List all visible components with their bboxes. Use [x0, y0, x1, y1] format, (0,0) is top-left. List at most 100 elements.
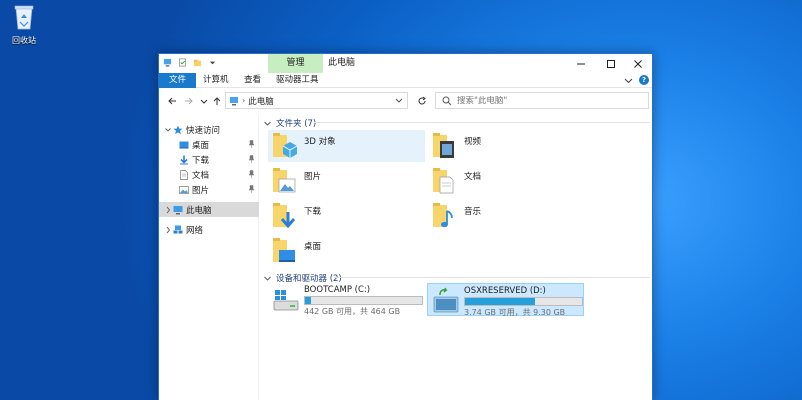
folder-label: 图片 — [304, 172, 322, 182]
minimize-icon — [577, 63, 585, 64]
refresh-button[interactable] — [414, 93, 430, 108]
chevron-down-icon[interactable] — [395, 95, 403, 105]
tab-file[interactable]: 文件 — [159, 73, 197, 88]
search-input[interactable] — [457, 95, 637, 106]
manage-context-tab[interactable]: 管理 — [268, 54, 323, 73]
sidebar-item-desktop[interactable]: 桌面 — [159, 137, 259, 152]
address-bar[interactable]: › 此电脑 — [225, 92, 408, 109]
folders-group-header[interactable]: 文件夹 (7) — [264, 117, 316, 129]
group-divider — [314, 122, 650, 123]
3d-objects-folder-icon — [273, 133, 298, 158]
tab-drive-tools[interactable]: 驱动器工具 — [269, 73, 326, 88]
sidebar-item-label: 下载 — [192, 155, 210, 166]
tab-view[interactable]: 查看 — [237, 73, 268, 88]
sidebar-item-documents[interactable]: 文档 — [159, 167, 259, 182]
downloads-folder-icon — [273, 203, 296, 229]
drive-usage-bar — [304, 296, 423, 305]
title-bar: 管理 此电脑 — [159, 54, 652, 73]
folder-documents[interactable]: 文档 — [428, 165, 585, 197]
folder-desktop[interactable]: 桌面 — [268, 235, 425, 267]
download-arrow-icon — [180, 155, 188, 164]
group-divider — [334, 277, 650, 278]
customize-toolbar-icon[interactable] — [208, 58, 217, 67]
ribbon-tabs: 文件 计算机 查看 驱动器工具 ? — [159, 73, 652, 88]
pin-icon[interactable] — [248, 185, 255, 193]
close-button[interactable] — [623, 54, 653, 73]
folder-label: 音乐 — [464, 207, 482, 217]
network-icon — [173, 225, 183, 233]
document-icon — [180, 169, 188, 180]
properties-icon[interactable] — [178, 58, 187, 67]
folder-music[interactable]: 音乐 — [428, 200, 585, 232]
drive-free-space: 442 GB 可用，共 464 GB — [304, 307, 401, 316]
recycle-bin-label: 回收站 — [12, 36, 36, 45]
star-icon — [173, 125, 183, 134]
recycle-bin-desktop-icon[interactable]: 回收站 — [6, 4, 42, 46]
folder-label: 下载 — [304, 207, 322, 217]
this-pc-icon — [230, 96, 238, 105]
folder-label: 3D 对象 — [304, 137, 336, 147]
folder-label: 视频 — [464, 137, 482, 147]
search-box[interactable] — [435, 92, 649, 109]
drive-usage-fill — [465, 298, 536, 305]
pin-icon[interactable] — [248, 170, 255, 178]
breadcrumb-separator-icon: › — [242, 96, 246, 105]
folder-downloads[interactable]: 下载 — [268, 200, 425, 232]
group-header-label: 文件夹 (7) — [276, 119, 317, 129]
folder-3d-objects[interactable]: 3D 对象 — [268, 130, 425, 162]
drive-osxreserved-d[interactable]: OSXRESERVED (D:) 3.74 GB 可用，共 9.30 GB — [427, 283, 584, 317]
chevron-right-icon — [166, 226, 171, 233]
chevron-down-icon — [165, 127, 171, 132]
sidebar-item-label: 桌面 — [192, 140, 210, 151]
sidebar-item-label: 网络 — [186, 225, 204, 236]
sidebar-item-label: 此电脑 — [186, 205, 212, 216]
content-pane: 文件夹 (7) 3D 对象 视频 图片 文档 下载 音乐 桌面 设备和驱动器 (… — [262, 115, 652, 400]
folder-pictures[interactable]: 图片 — [268, 165, 425, 197]
tab-computer[interactable]: 计算机 — [196, 73, 236, 88]
quick-access-toolbar — [163, 58, 217, 67]
new-folder-icon[interactable] — [193, 58, 202, 67]
sidebar-item-label: 文档 — [192, 170, 210, 181]
pin-icon[interactable] — [248, 155, 255, 163]
picture-icon — [179, 185, 189, 194]
computer-icon[interactable] — [163, 58, 172, 67]
address-row: › 此电脑 — [159, 88, 652, 115]
pin-icon[interactable] — [248, 140, 255, 148]
drive-bootcamp-c[interactable]: BOOTCAMP (C:) 442 GB 可用，共 464 GB — [268, 283, 425, 316]
maximize-button[interactable] — [596, 54, 626, 73]
minimize-button[interactable] — [566, 54, 596, 73]
forward-icon[interactable] — [184, 96, 194, 106]
maximize-icon — [607, 59, 615, 68]
sidebar-item-network[interactable]: 网络 — [159, 222, 259, 237]
sidebar-item-downloads[interactable]: 下载 — [159, 152, 259, 167]
drive-name: OSXRESERVED (D:) — [464, 286, 546, 296]
help-icon[interactable]: ? — [639, 75, 649, 85]
sidebar-item-pictures[interactable]: 图片 — [159, 182, 259, 197]
refresh-icon — [418, 96, 426, 104]
folder-videos[interactable]: 视频 — [428, 130, 585, 162]
pictures-folder-icon — [273, 168, 296, 193]
address-path: 此电脑 — [248, 96, 274, 107]
sidebar-item-quick-access[interactable]: 快速访问 — [159, 122, 259, 137]
windows-drive-icon — [273, 290, 299, 311]
folder-label: 文档 — [464, 172, 482, 182]
drive-usage-fill — [305, 297, 311, 304]
documents-folder-icon — [433, 168, 454, 194]
back-icon[interactable] — [167, 96, 177, 106]
navigation-pane: 快速访问 桌面 下载 文档 图片 此电脑 网络 — [159, 115, 259, 400]
recent-locations-icon[interactable] — [200, 96, 208, 106]
up-icon[interactable] — [212, 96, 222, 106]
desktop-icon — [179, 141, 189, 148]
drive-free-space: 3.74 GB 可用，共 9.30 GB — [464, 308, 566, 317]
close-icon — [634, 59, 642, 68]
sidebar-item-label: 快速访问 — [186, 125, 221, 136]
videos-folder-icon — [433, 133, 454, 158]
sidebar-item-label: 图片 — [192, 185, 210, 196]
desktop-folder-icon — [273, 238, 295, 262]
drive-icon — [433, 287, 459, 313]
this-pc-icon — [173, 205, 183, 214]
file-explorer-window: 管理 此电脑 文件 计算机 查看 驱动器工具 ? › 此电脑 搜索"此电脑" 快… — [158, 53, 653, 400]
expand-ribbon-icon[interactable] — [624, 76, 633, 85]
window-title: 此电脑 — [328, 58, 356, 68]
sidebar-item-this-pc[interactable]: 此电脑 — [159, 202, 259, 217]
